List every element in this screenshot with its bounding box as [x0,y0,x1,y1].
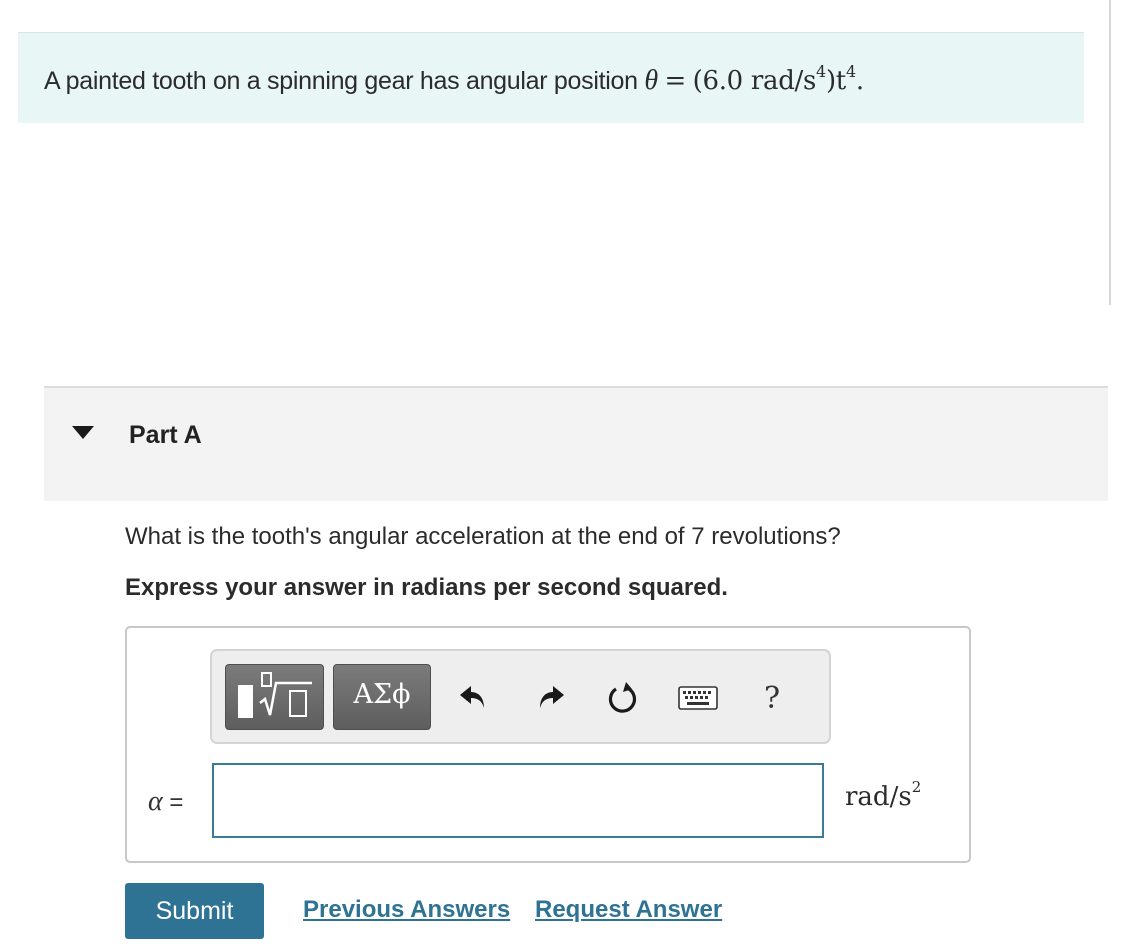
help-button[interactable]: ? [752,673,792,723]
undo-button[interactable] [453,673,493,723]
keyboard-button[interactable] [677,673,719,723]
scrollbar-track [1109,0,1111,305]
symbols-label: ΑΣϕ [353,679,411,710]
templates-icon [238,672,312,718]
page: A painted tooth on a spinning gear has a… [0,0,1130,944]
answer-variable-label: α = [148,786,183,818]
coefficient: (6.0 rad/s [692,66,817,96]
alpha-symbol: α [148,786,163,817]
coefficient-exponent: 4 [816,62,826,81]
redo-button[interactable] [531,673,571,723]
time-variable: )t [825,66,846,96]
unit-text: rad/s [845,782,912,812]
theta-symbol: θ [644,65,658,96]
unit-label: rad/s2 [845,778,921,812]
symbols-button[interactable]: ΑΣϕ [333,664,431,730]
part-a-header[interactable]: Part A [44,386,1108,501]
reset-icon [608,682,637,713]
instruction-text: Express your answer in radians per secon… [125,574,728,601]
problem-text: A painted tooth on a spinning gear has a… [44,67,645,95]
problem-text-line: A painted tooth on a spinning gear has a… [44,62,864,97]
submit-button[interactable]: Submit [125,883,264,939]
problem-statement: A painted tooth on a spinning gear has a… [18,32,1084,123]
reset-button[interactable] [603,673,643,723]
previous-answers-link[interactable]: Previous Answers [303,896,510,924]
period: . [855,66,864,96]
part-title: Part A [129,421,202,449]
keyboard-icon [678,686,718,710]
redo-icon [540,686,564,708]
equals-sign: = [664,66,686,96]
unit-exponent: 2 [911,778,922,796]
answer-input[interactable] [212,763,824,838]
math-toolbar: ΑΣϕ ? [210,649,831,744]
question-text: What is the tooth's angular acceleration… [125,523,841,550]
triangle-down-icon[interactable] [72,426,94,439]
request-answer-link[interactable]: Request Answer [535,896,722,924]
templates-button[interactable] [225,664,324,730]
answer-equals: = [169,789,184,816]
time-exponent: 4 [845,62,856,81]
answer-box: ΑΣϕ ? α = rad/s2 [125,626,971,863]
undo-icon [460,686,484,708]
help-icon: ? [763,680,781,716]
